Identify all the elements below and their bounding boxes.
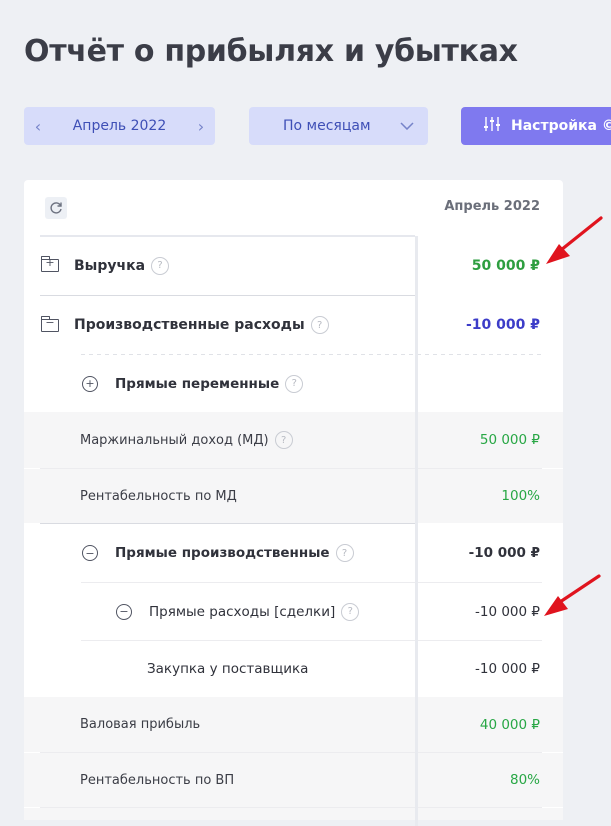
row-value: -10 000 ₽ xyxy=(475,603,540,620)
row-label: Маржинальный доход (МД) xyxy=(80,432,269,448)
table-row-direct-production[interactable]: − Прямые производственные ? -10 000 ₽ xyxy=(24,524,563,582)
settings-button[interactable]: Настройка © xyxy=(461,107,611,145)
grouping-dropdown[interactable]: По месяцам xyxy=(249,107,428,145)
table-row-direct-variable[interactable]: + Прямые переменные ? xyxy=(24,355,563,412)
column-header-period: Апрель 2022 xyxy=(444,199,540,214)
row-label: Закупка у поставщика xyxy=(147,661,309,677)
table-header: Апрель 2022 xyxy=(24,180,563,236)
annotation-arrow-icon xyxy=(544,574,601,616)
collapse-circle-icon[interactable]: − xyxy=(82,545,98,561)
row-label: Валовая прибыль xyxy=(80,717,201,732)
annotation-arrow-icon xyxy=(546,216,603,264)
row-value: 40 000 ₽ xyxy=(479,716,540,733)
help-icon[interactable]: ? xyxy=(335,544,354,562)
help-icon[interactable]: ? xyxy=(285,374,304,393)
row-value: -10 000 ₽ xyxy=(468,545,540,561)
row-value: 50 000 ₽ xyxy=(471,257,540,274)
table-row-direct-expenses-deals[interactable]: − Прямые расходы [сделки] ? -10 000 ₽ xyxy=(24,583,563,640)
page-title: Отчёт о прибылях и убытках xyxy=(24,34,518,69)
row-label: Рентабельность по ВП xyxy=(80,772,235,788)
table-row-margin-profitability[interactable]: Рентабельность по МД 100% xyxy=(24,469,563,523)
period-label[interactable]: Апрель 2022 xyxy=(52,118,187,134)
row-label: Прямые расходы [сделки] xyxy=(149,603,336,620)
collapse-circle-icon[interactable]: − xyxy=(116,603,132,620)
period-selector: ‹ Апрель 2022 › xyxy=(24,107,215,145)
settings-label: Настройка © xyxy=(511,118,611,134)
folder-expand-icon[interactable]: + xyxy=(40,256,59,272)
sliders-icon xyxy=(483,116,501,136)
table-row-supplier-purchase[interactable]: Закупка у поставщика -10 000 ₽ xyxy=(24,641,563,697)
table-row-gross-profitability[interactable]: Рентабельность по ВП 80% xyxy=(24,753,563,807)
row-value: 50 000 ₽ xyxy=(479,432,540,448)
help-icon[interactable]: ? xyxy=(310,316,329,334)
table-row-gross-profit[interactable]: Валовая прибыль 40 000 ₽ xyxy=(24,697,563,752)
row-value: 100% xyxy=(501,488,540,504)
help-icon[interactable]: ? xyxy=(274,431,293,449)
row-value: -10 000 ₽ xyxy=(475,661,540,677)
row-label: Рентабельность по МД xyxy=(80,488,237,504)
expand-circle-icon[interactable]: + xyxy=(82,375,98,392)
grouping-label: По месяцам xyxy=(283,118,371,134)
chevron-left-icon[interactable]: ‹ xyxy=(24,117,52,136)
row-label: Прямые производственные xyxy=(115,545,330,561)
table-row-revenue[interactable]: + Выручка ? 50 000 ₽ xyxy=(24,236,563,295)
row-value: -10 000 ₽ xyxy=(465,317,540,333)
row-label: Выручка xyxy=(74,257,146,274)
row-label: Прямые переменные xyxy=(115,375,280,392)
folder-collapse-icon[interactable]: − xyxy=(40,315,59,332)
report-table: Апрель 2022 + Выручка ? 50 000 ₽ − Произ… xyxy=(24,180,563,826)
row-label: Производственные расходы xyxy=(74,317,305,333)
help-icon[interactable]: ? xyxy=(341,602,360,621)
table-row-margin-income[interactable]: Маржинальный доход (МД) ? 50 000 ₽ xyxy=(24,412,563,468)
row-value: 80% xyxy=(509,772,540,788)
help-icon[interactable]: ? xyxy=(151,256,170,275)
chevron-down-icon xyxy=(400,119,414,134)
chevron-right-icon[interactable]: › xyxy=(187,117,215,136)
table-row-production-costs[interactable]: − Производственные расходы ? -10 000 ₽ xyxy=(24,296,563,354)
refresh-icon[interactable] xyxy=(45,197,67,219)
column-divider xyxy=(415,236,418,826)
